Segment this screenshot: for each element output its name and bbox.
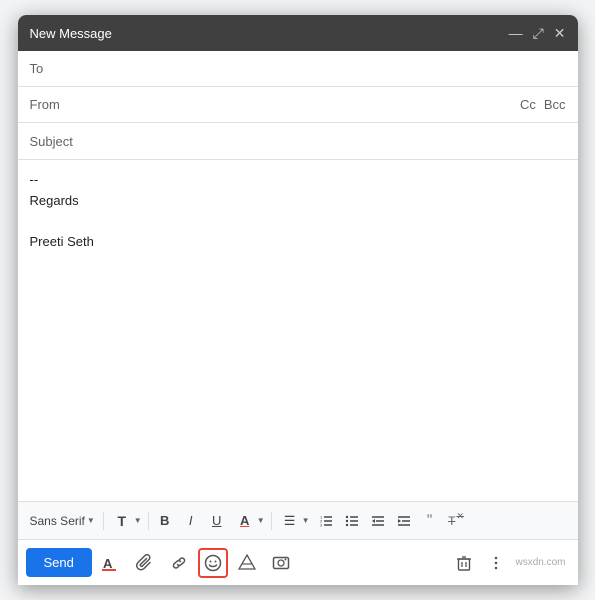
font-name: Sans Serif [30, 514, 85, 528]
ordered-list-button[interactable]: 1 2 3 [314, 509, 338, 533]
subject-label: Subject [30, 134, 80, 149]
body-area[interactable]: -- Regards Preeti Seth [18, 160, 578, 501]
italic-button[interactable]: I [179, 509, 203, 533]
window-title: New Message [30, 26, 112, 41]
font-size-icon: T [110, 509, 134, 533]
from-row: From Cc Bcc [18, 87, 578, 123]
text-color-arrow: ▼ [257, 516, 265, 525]
to-row: To [18, 51, 578, 87]
font-size-arrow: ▼ [134, 516, 142, 525]
bcc-label[interactable]: Bcc [544, 97, 566, 112]
cc-label[interactable]: Cc [520, 97, 536, 112]
window-controls: — ⤢ ✕ [509, 25, 566, 42]
indent-increase-button[interactable] [392, 509, 416, 533]
text-color-selector[interactable]: A ▼ [231, 507, 267, 535]
delete-button[interactable] [449, 548, 479, 578]
indent-decrease-button[interactable] [366, 509, 390, 533]
font-size-selector[interactable]: T ▼ [108, 507, 144, 535]
close-button[interactable]: ✕ [554, 25, 566, 42]
drive-button[interactable] [232, 548, 262, 578]
more-options-button[interactable] [481, 548, 511, 578]
bold-button[interactable]: B [153, 509, 177, 533]
body-content: -- Regards Preeti Seth [30, 170, 566, 253]
subject-input[interactable] [80, 134, 566, 149]
photo-button[interactable] [266, 548, 296, 578]
align-arrow: ▼ [302, 516, 310, 525]
font-dropdown-arrow: ▼ [87, 516, 95, 525]
expand-button[interactable]: ⤢ [533, 25, 544, 42]
font-selector[interactable]: Sans Serif ▼ [26, 512, 99, 530]
emoji-button[interactable] [198, 548, 228, 578]
link-button[interactable] [164, 548, 194, 578]
text-color-icon: A [233, 509, 257, 533]
underline-button[interactable]: U [205, 509, 229, 533]
separator-1 [103, 512, 104, 530]
bottom-toolbar: Send A [18, 539, 578, 585]
unordered-list-button[interactable] [340, 509, 364, 533]
header-fields: To From Cc Bcc Subject [18, 51, 578, 160]
align-selector[interactable]: ☰ ▼ [276, 507, 312, 535]
cc-bcc-toggle[interactable]: Cc Bcc [520, 97, 566, 112]
attach-button[interactable] [130, 548, 160, 578]
from-label: From [30, 97, 80, 112]
bottom-right-icons [449, 548, 511, 578]
subject-row: Subject [18, 123, 578, 159]
send-button[interactable]: Send [26, 548, 92, 577]
watermark: wsxdn.com [515, 557, 569, 568]
format-text-button[interactable]: A [96, 548, 126, 578]
minimize-button[interactable]: — [509, 25, 523, 41]
compose-window: New Message — ⤢ ✕ To From Cc Bcc Subject [18, 15, 578, 585]
svg-text:3: 3 [320, 522, 323, 527]
title-bar: New Message — ⤢ ✕ [18, 15, 578, 51]
to-input[interactable] [80, 61, 566, 76]
separator-2 [148, 512, 149, 530]
to-label: To [30, 61, 80, 76]
formatting-toolbar: Sans Serif ▼ T ▼ B I U A ▼ ☰ ▼ [18, 501, 578, 539]
align-icon: ☰ [278, 509, 302, 533]
remove-format-button[interactable]: T✕ [444, 509, 468, 533]
svg-text:A: A [103, 556, 113, 571]
quote-button[interactable]: " [418, 509, 442, 533]
separator-3 [271, 512, 272, 530]
